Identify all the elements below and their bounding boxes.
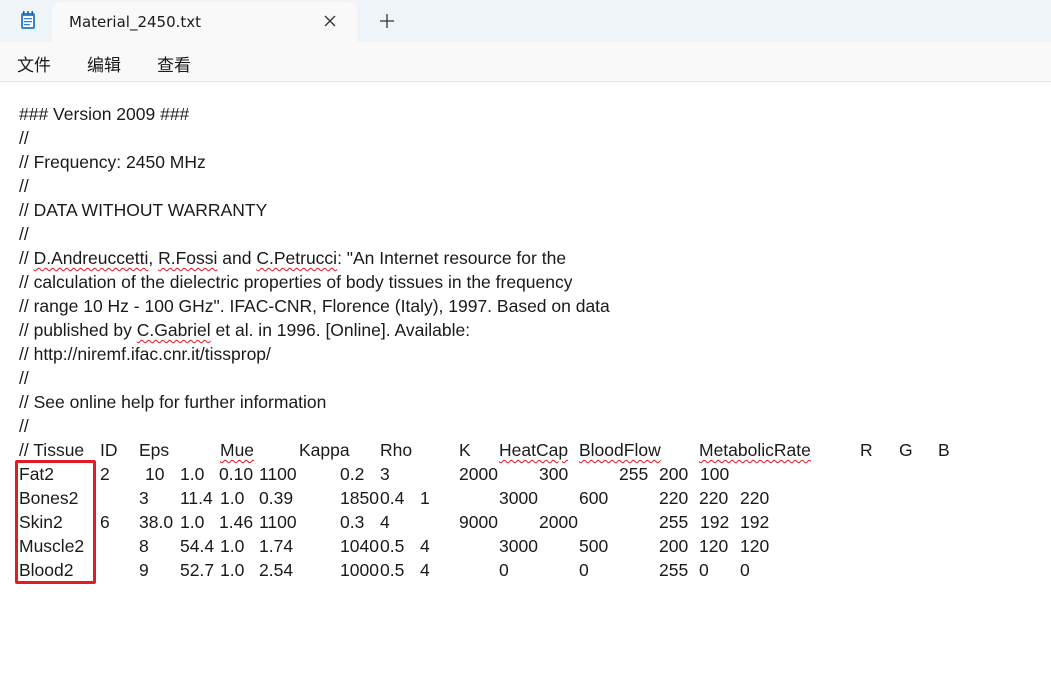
- text-line: // http://niremf.ifac.cnr.it/tissprop/: [19, 344, 271, 364]
- table-cell-mue: 1.0: [220, 536, 245, 556]
- table-cell-eps: 52.7: [180, 560, 215, 580]
- text-line: ### Version 2009 ###: [19, 104, 190, 124]
- menu-view[interactable]: 查看: [157, 51, 191, 76]
- table-cell-k: 0.2: [340, 464, 365, 484]
- text-line: // D.Andreuccetti, R.Fossi and C.Petrucc…: [19, 248, 567, 268]
- column-header: ID: [100, 440, 118, 460]
- column-header: MetabolicRate: [699, 440, 811, 460]
- table-cell-r: 200: [659, 536, 689, 556]
- column-header: Eps: [139, 440, 170, 460]
- table-cell-kappa: 1.74: [259, 536, 294, 556]
- table-cell-eps: 38.0: [139, 512, 174, 532]
- table-cell-id: 2: [100, 464, 110, 484]
- table-cell-kappa: 1.46: [219, 512, 254, 532]
- plus-icon[interactable]: [377, 11, 397, 31]
- table-cell-metabolic: 0: [579, 560, 589, 580]
- table-cell-mue: 1.0: [220, 488, 245, 508]
- text-editor[interactable]: ### Version 2009 ### // // Frequency: 2450…: [0, 82, 1051, 676]
- column-header: HeatCap: [499, 440, 569, 460]
- column-header: G: [899, 440, 913, 460]
- table-cell-b: 0: [740, 560, 750, 580]
- close-icon[interactable]: [320, 11, 340, 31]
- text-line: // published by C.Gabriel et al. in 1996…: [19, 320, 471, 340]
- table-cell-metabolic: 2000: [539, 512, 578, 532]
- table-cell-r: 220: [659, 488, 689, 508]
- table-cell-bloodflow: 2000: [459, 464, 498, 484]
- table-cell-b: 220: [740, 488, 770, 508]
- table-cell-heatcap: 4: [420, 536, 430, 556]
- table-cell-kappa: 0.10: [219, 464, 254, 484]
- text-line: //: [19, 176, 29, 196]
- table-cell-id: 6: [100, 512, 110, 532]
- text-line: // calculation of the dielectric propert…: [19, 272, 573, 292]
- table-cell-mue: 1.0: [180, 512, 205, 532]
- column-header: Rho: [380, 440, 413, 460]
- table-cell-g: 120: [699, 536, 729, 556]
- table-cell-g: 0: [699, 560, 709, 580]
- table-cell-metabolic: 300: [539, 464, 569, 484]
- column-header: // Tissue: [19, 440, 85, 460]
- title-bar: Material_2450.txt: [0, 0, 1051, 42]
- table-cell-g: 200: [659, 464, 689, 484]
- menu-bar: 文件 编辑 查看: [0, 42, 1051, 82]
- table-cell-kappa: 2.54: [259, 560, 294, 580]
- highlight-box: [15, 460, 96, 584]
- table-cell-heatcap: 3: [380, 464, 390, 484]
- tab-title: Material_2450.txt: [69, 13, 202, 31]
- table-cell-kappa: 0.39: [259, 488, 294, 508]
- table-cell-rho: 1040: [340, 536, 379, 556]
- table-cell-r: 255: [659, 512, 689, 532]
- table-cell-g: 220: [699, 488, 729, 508]
- table-cell-bloodflow: 9000: [459, 512, 498, 532]
- tab-material-2450[interactable]: Material_2450.txt: [52, 2, 357, 42]
- table-cell-rho: 1000: [340, 560, 379, 580]
- table-cell-mue: 1.0: [220, 560, 245, 580]
- text-line: //: [19, 416, 29, 436]
- text-line: // Frequency: 2450 MHz: [19, 152, 206, 172]
- column-header: Mue: [220, 440, 255, 460]
- table-cell-bloodflow: 3000: [499, 488, 538, 508]
- table-cell-g: 192: [700, 512, 730, 532]
- menu-edit[interactable]: 编辑: [87, 51, 121, 76]
- table-cell-eps: 10: [145, 464, 165, 484]
- table-cell-metabolic: 600: [579, 488, 609, 508]
- table-cell-id: 3: [139, 488, 149, 508]
- table-cell-b: 192: [740, 512, 770, 532]
- table-cell-b: 120: [740, 536, 770, 556]
- table-cell-mue: 1.0: [180, 464, 205, 484]
- text-line: //: [19, 224, 29, 244]
- column-header: R: [860, 440, 873, 460]
- menu-file[interactable]: 文件: [17, 51, 51, 76]
- table-cell-r: 255: [619, 464, 649, 484]
- table-cell-metabolic: 500: [579, 536, 609, 556]
- table-cell-k: 0.5: [380, 560, 405, 580]
- text-line: // See online help for further informati…: [19, 392, 327, 412]
- table-cell-bloodflow: 0: [499, 560, 509, 580]
- table-cell-k: 0.3: [340, 512, 365, 532]
- table-cell-rho: 1100: [259, 464, 297, 484]
- table-cell-eps: 11.4: [180, 488, 213, 508]
- text-line: //: [19, 368, 29, 388]
- table-cell-heatcap: 4: [420, 560, 430, 580]
- table-cell-eps: 54.4: [180, 536, 215, 556]
- table-cell-bloodflow: 3000: [499, 536, 538, 556]
- column-header: B: [938, 440, 950, 460]
- table-cell-rho: 1850: [340, 488, 379, 508]
- notepad-icon: [21, 11, 35, 29]
- table-cell-b: 100: [700, 464, 730, 484]
- table-cell-k: 0.5: [380, 536, 405, 556]
- text-line: //: [19, 128, 29, 148]
- table-cell-heatcap: 4: [380, 512, 390, 532]
- table-cell-r: 255: [659, 560, 689, 580]
- column-header: K: [459, 440, 471, 460]
- table-cell-id: 8: [139, 536, 149, 556]
- table-cell-rho: 1100: [259, 512, 297, 532]
- text-line: // DATA WITHOUT WARRANTY: [19, 200, 268, 220]
- column-header: Kappa: [299, 440, 350, 460]
- column-header: BloodFlow: [579, 440, 661, 460]
- table-cell-heatcap: 1: [420, 488, 430, 508]
- text-line: // range 10 Hz - 100 GHz". IFAC-CNR, Flo…: [19, 296, 610, 316]
- table-cell-k: 0.4: [380, 488, 405, 508]
- table-cell-id: 9: [139, 560, 149, 580]
